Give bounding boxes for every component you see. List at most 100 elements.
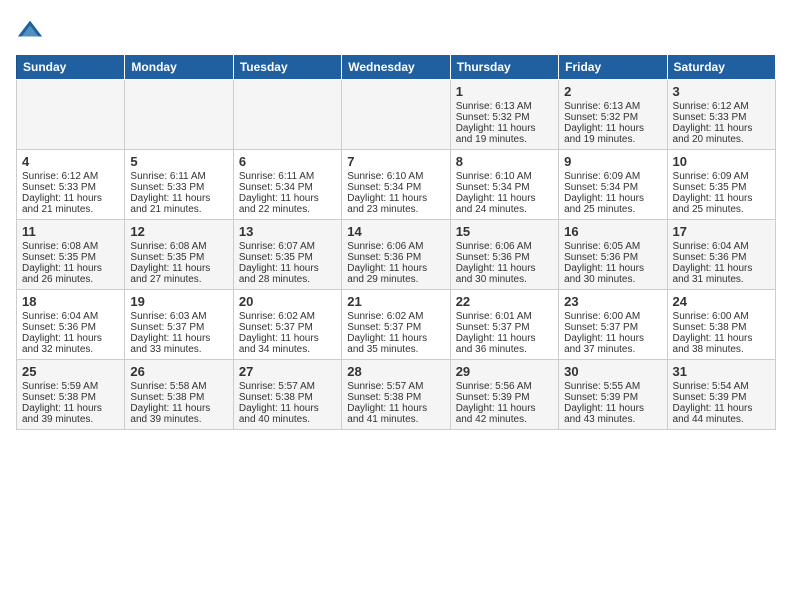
day-info: Sunset: 5:38 PM <box>239 392 336 403</box>
day-info: Daylight: 11 hours and 21 minutes. <box>130 193 227 215</box>
day-info: Sunrise: 6:12 AM <box>22 171 119 182</box>
day-info: Daylight: 11 hours and 31 minutes. <box>673 263 770 285</box>
day-info: Daylight: 11 hours and 36 minutes. <box>456 333 553 355</box>
calendar-cell: 11Sunrise: 6:08 AMSunset: 5:35 PMDayligh… <box>17 220 125 290</box>
day-info: Sunset: 5:39 PM <box>456 392 553 403</box>
day-info: Sunrise: 6:02 AM <box>239 311 336 322</box>
day-info: Sunset: 5:38 PM <box>130 392 227 403</box>
day-info: Sunrise: 6:08 AM <box>130 241 227 252</box>
day-info: Sunrise: 6:12 AM <box>673 101 770 112</box>
day-number: 1 <box>456 84 553 99</box>
calendar-week-1: 1Sunrise: 6:13 AMSunset: 5:32 PMDaylight… <box>17 80 776 150</box>
day-info: Sunset: 5:39 PM <box>673 392 770 403</box>
day-number: 17 <box>673 224 770 239</box>
day-number: 13 <box>239 224 336 239</box>
day-info: Sunrise: 6:05 AM <box>564 241 661 252</box>
day-info: Daylight: 11 hours and 37 minutes. <box>564 333 661 355</box>
day-info: Sunrise: 5:55 AM <box>564 381 661 392</box>
day-number: 20 <box>239 294 336 309</box>
calendar-cell: 2 Sunrise: 6:13 AMSunset: 5:32 PMDaylight… <box>559 80 667 150</box>
calendar-cell: 27Sunrise: 5:57 AMSunset: 5:38 PMDayligh… <box>233 360 341 430</box>
day-info: Sunrise: 6:00 AM <box>673 311 770 322</box>
day-info: Sunrise: 6:08 AM <box>22 241 119 252</box>
day-info: Sunset: 5:36 PM <box>22 322 119 333</box>
day-info: Sunrise: 5:54 AM <box>673 381 770 392</box>
day-number: 23 <box>564 294 661 309</box>
day-number: 25 <box>22 364 119 379</box>
day-info: Sunset: 5:35 PM <box>239 252 336 263</box>
day-info: Daylight: 11 hours and 19 minutes. <box>456 123 553 145</box>
day-info: Daylight: 11 hours and 27 minutes. <box>130 263 227 285</box>
day-info: Sunrise: 6:09 AM <box>564 171 661 182</box>
day-info: Sunrise: 5:58 AM <box>130 381 227 392</box>
day-info: Sunset: 5:32 PM <box>564 112 661 123</box>
day-number: 28 <box>347 364 444 379</box>
day-info: Sunset: 5:34 PM <box>456 182 553 193</box>
day-info: Daylight: 11 hours and 41 minutes. <box>347 403 444 425</box>
day-info: Sunrise: 6:06 AM <box>347 241 444 252</box>
day-info: Sunrise: 6:13 AM <box>564 101 661 112</box>
day-number: 29 <box>456 364 553 379</box>
day-info: Daylight: 11 hours and 43 minutes. <box>564 403 661 425</box>
logo-icon <box>16 16 44 44</box>
calendar-cell: 14Sunrise: 6:06 AMSunset: 5:36 PMDayligh… <box>342 220 450 290</box>
day-number: 9 <box>564 154 661 169</box>
day-info: Sunset: 5:39 PM <box>564 392 661 403</box>
day-info: Sunrise: 6:11 AM <box>239 171 336 182</box>
day-info: Sunrise: 6:10 AM <box>456 171 553 182</box>
day-info: Daylight: 11 hours and 26 minutes. <box>22 263 119 285</box>
day-info: Daylight: 11 hours and 25 minutes. <box>673 193 770 215</box>
day-info: Daylight: 11 hours and 42 minutes. <box>456 403 553 425</box>
calendar-cell <box>125 80 233 150</box>
logo <box>16 16 48 44</box>
day-info: Daylight: 11 hours and 44 minutes. <box>673 403 770 425</box>
day-info: Sunrise: 6:13 AM <box>456 101 553 112</box>
day-info: Daylight: 11 hours and 23 minutes. <box>347 193 444 215</box>
calendar-cell: 6Sunrise: 6:11 AMSunset: 5:34 PMDaylight… <box>233 150 341 220</box>
day-info: Sunset: 5:36 PM <box>564 252 661 263</box>
day-info: Daylight: 11 hours and 33 minutes. <box>130 333 227 355</box>
calendar-cell: 23Sunrise: 6:00 AMSunset: 5:37 PMDayligh… <box>559 290 667 360</box>
calendar-cell <box>233 80 341 150</box>
calendar-cell: 7Sunrise: 6:10 AMSunset: 5:34 PMDaylight… <box>342 150 450 220</box>
day-info: Daylight: 11 hours and 19 minutes. <box>564 123 661 145</box>
day-info: Sunset: 5:37 PM <box>130 322 227 333</box>
day-number: 19 <box>130 294 227 309</box>
calendar-cell: 5Sunrise: 6:11 AMSunset: 5:33 PMDaylight… <box>125 150 233 220</box>
day-info: Sunset: 5:35 PM <box>22 252 119 263</box>
calendar-cell: 22Sunrise: 6:01 AMSunset: 5:37 PMDayligh… <box>450 290 558 360</box>
day-number: 27 <box>239 364 336 379</box>
calendar-cell: 19 Sunrise: 6:03 AMSunset: 5:37 PMDayligh… <box>125 290 233 360</box>
day-info: Sunset: 5:36 PM <box>456 252 553 263</box>
day-info: Sunset: 5:34 PM <box>347 182 444 193</box>
calendar-week-3: 11Sunrise: 6:08 AMSunset: 5:35 PMDayligh… <box>17 220 776 290</box>
day-info: Sunrise: 6:06 AM <box>456 241 553 252</box>
calendar-cell: 21Sunrise: 6:02 AMSunset: 5:37 PMDayligh… <box>342 290 450 360</box>
calendar-cell: 10 Sunrise: 6:09 AMSunset: 5:35 PMDayligh… <box>667 150 775 220</box>
day-info: Daylight: 11 hours and 32 minutes. <box>22 333 119 355</box>
day-info: Sunset: 5:34 PM <box>239 182 336 193</box>
day-info: Sunrise: 5:57 AM <box>347 381 444 392</box>
day-info: Daylight: 11 hours and 30 minutes. <box>456 263 553 285</box>
calendar-cell: 8Sunrise: 6:10 AMSunset: 5:34 PMDaylight… <box>450 150 558 220</box>
day-info: Sunrise: 6:09 AM <box>673 171 770 182</box>
day-info: Daylight: 11 hours and 24 minutes. <box>456 193 553 215</box>
day-number: 14 <box>347 224 444 239</box>
calendar-cell: 18Sunrise: 6:04 AMSunset: 5:36 PMDayligh… <box>17 290 125 360</box>
day-info: Sunset: 5:33 PM <box>130 182 227 193</box>
calendar-cell: 20Sunrise: 6:02 AMSunset: 5:37 PMDayligh… <box>233 290 341 360</box>
day-info: Sunset: 5:35 PM <box>673 182 770 193</box>
day-info: Sunrise: 6:03 AM <box>130 311 227 322</box>
day-number: 10 <box>673 154 770 169</box>
day-number: 12 <box>130 224 227 239</box>
days-header-row: SundayMondayTuesdayWednesdayThursdayFrid… <box>17 55 776 80</box>
calendar-cell: 29Sunrise: 5:56 AMSunset: 5:39 PMDayligh… <box>450 360 558 430</box>
day-info: Daylight: 11 hours and 21 minutes. <box>22 193 119 215</box>
day-info: Sunset: 5:37 PM <box>239 322 336 333</box>
calendar-table: SundayMondayTuesdayWednesdayThursdayFrid… <box>16 54 776 430</box>
calendar-week-5: 25 Sunrise: 5:59 AM Sunset: 5:38 PM Dayligh… <box>17 360 776 430</box>
day-info: Sunrise: 5:59 AM <box>22 381 119 392</box>
day-number: 2 <box>564 84 661 99</box>
day-header-wednesday: Wednesday <box>342 55 450 80</box>
day-info: Sunset: 5:33 PM <box>673 112 770 123</box>
